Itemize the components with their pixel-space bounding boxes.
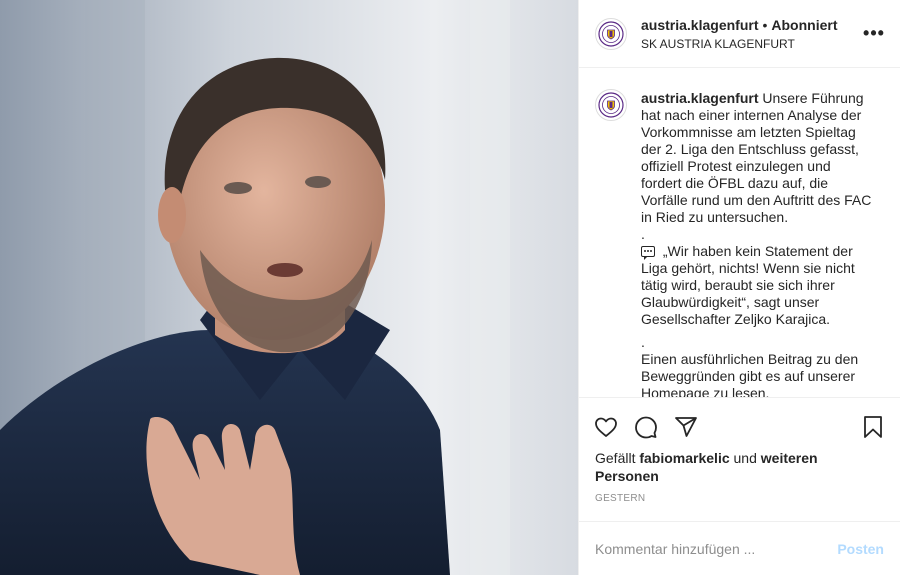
caption-area: austria.klagenfurt Unsere Führung hat na… [579,68,900,397]
heart-icon[interactable] [593,414,619,440]
more-options-icon[interactable]: ••• [862,22,886,46]
caption-quote-paragraph: „Wir haben kein Statement der Liga gehör… [641,243,873,328]
likes-connector: und [733,450,757,466]
speech-bubble-icon [641,246,655,260]
likes-prefix: Gefällt [595,450,636,466]
post-header: austria.klagenfurt • Abonniert SK AUSTRIA … [579,0,900,68]
header-text: austria.klagenfurt • Abonniert SK AUSTRIA … [641,16,862,52]
caption-paragraph-3: Einen ausführlichen Beitrag zu den Beweg… [641,351,859,397]
account-subtitle: SK AUSTRIA KLAGENFURT [641,36,795,51]
comment-box: Posten [579,521,900,575]
caption-quote: „Wir haben kein Statement der Liga gehör… [641,243,855,327]
comment-icon[interactable] [633,414,659,440]
liker-username-link[interactable]: fabiomarkelic [639,450,729,466]
caption-username-link[interactable]: austria.klagenfurt [641,90,758,106]
comment-input[interactable] [595,540,838,557]
post-date[interactable]: GESTERN [579,493,900,513]
post-sidebar: austria.klagenfurt • Abonniert SK AUSTRIA … [578,0,900,575]
action-bar [579,397,900,455]
caption-paragraph-1: Unsere Führung hat nach einer internen A… [641,90,872,225]
header-line: austria.klagenfurt • Abonniert [641,16,862,34]
post-comment-button[interactable]: Posten [837,541,884,557]
account-avatar[interactable] [595,17,627,50]
caption-dot: . [641,226,645,242]
caption-text: austria.klagenfurt Unsere Führung hat na… [641,90,873,397]
club-logo-icon [598,20,624,47]
caption-paragraph: austria.klagenfurt Unsere Führung hat na… [641,90,873,226]
likes-summary: Gefällt fabiomarkelic und weiteren Perso… [579,449,900,485]
caption-avatar[interactable] [595,89,627,121]
username-link[interactable]: austria.klagenfurt [641,17,758,33]
caption-dot: . [641,334,645,350]
follow-status-button[interactable]: Abonniert [771,17,837,33]
instagram-post: austria.klagenfurt • Abonniert SK AUSTRIA … [0,0,900,575]
share-icon[interactable] [673,414,699,440]
club-logo-icon [598,92,624,118]
post-photo[interactable] [0,0,578,575]
person-photo-illustration [0,0,578,575]
separator-dot: • [762,16,768,33]
bookmark-icon[interactable] [860,414,886,440]
